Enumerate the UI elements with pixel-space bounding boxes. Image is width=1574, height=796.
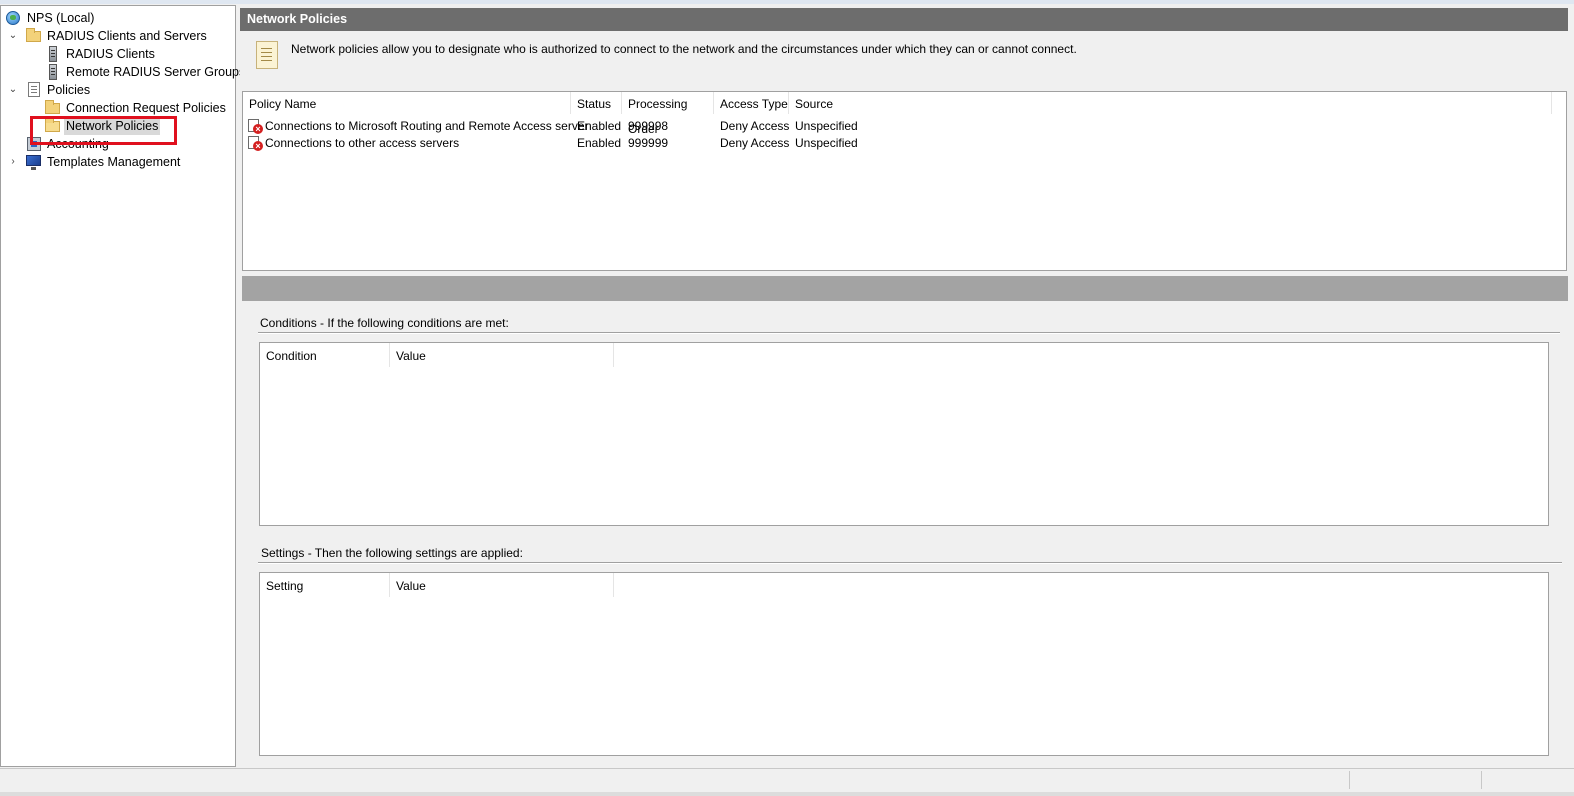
tree-item-label: Remote RADIUS Server Groups: [66, 65, 246, 79]
column-header-processing-order[interactable]: Processing Order: [622, 92, 714, 136]
tree-item-label: RADIUS Clients and Servers: [47, 29, 207, 43]
tree-item-label: Connection Request Policies: [66, 101, 226, 115]
tree-item-label: NPS (Local): [27, 11, 95, 25]
pane-title: Network Policies: [240, 8, 1568, 31]
deny-policy-icon: ×: [248, 119, 263, 134]
highlight-box: [30, 116, 177, 145]
window-bottom-edge: [0, 792, 1574, 796]
policy-order: 999999: [628, 136, 669, 150]
console-tree[interactable]: NPS (Local) ⌄ RADIUS Clients and Servers…: [0, 5, 245, 767]
chevron-down-icon[interactable]: ⌄: [8, 27, 18, 45]
tree-item-label: Policies: [47, 83, 91, 97]
policy-name: Connections to Microsoft Routing and Rem…: [265, 119, 589, 133]
column-header-setting[interactable]: Setting: [260, 573, 390, 597]
column-header-status[interactable]: Status: [571, 92, 622, 114]
folder-icon: [45, 100, 61, 116]
status-bar-separator: [1349, 771, 1350, 789]
details-pane: Network Policies Network policies allow …: [240, 5, 1568, 767]
policy-status: Enabled: [577, 136, 622, 150]
policy-access-type: Deny Access: [720, 136, 790, 150]
column-header-value[interactable]: Value: [390, 343, 614, 367]
server-group-icon: [45, 64, 61, 80]
column-header-policy-name[interactable]: Policy Name: [243, 92, 571, 114]
settings-list[interactable]: Setting Value: [259, 572, 1549, 756]
tree-item-label: Templates Management: [47, 155, 181, 169]
table-row[interactable]: × Connections to other access servers En…: [243, 135, 1566, 152]
window-top-edge: [0, 0, 1574, 4]
policy-name: Connections to other access servers: [265, 136, 460, 150]
server-icon: [45, 46, 61, 62]
splitter-bar[interactable]: [242, 276, 1568, 301]
conditions-list[interactable]: Condition Value: [259, 342, 1549, 526]
chevron-down-icon[interactable]: ⌄: [8, 81, 18, 99]
policy-list[interactable]: Policy Name Status Processing Order Acce…: [242, 91, 1567, 271]
tree-item-label: RADIUS Clients: [66, 47, 155, 61]
document-note-icon: [256, 41, 278, 69]
monitor-icon: [26, 154, 42, 170]
settings-label: Settings - Then the following settings a…: [261, 546, 523, 560]
column-header-source[interactable]: Source: [789, 92, 1552, 114]
policy-access-type: Deny Access: [720, 119, 790, 133]
status-bar-separator: [1481, 771, 1482, 789]
policy-source: Unspecified: [795, 136, 858, 150]
policy-order: 999998: [628, 119, 669, 133]
column-header-condition[interactable]: Condition: [260, 343, 390, 367]
settings-divider: [258, 562, 1562, 564]
conditions-divider: [258, 332, 1560, 334]
policy-source: Unspecified: [795, 119, 858, 133]
info-text: Network policies allow you to designate …: [291, 42, 1077, 56]
folder-icon: [26, 28, 42, 44]
policy-status: Enabled: [577, 119, 622, 133]
table-row[interactable]: × Connections to Microsoft Routing and R…: [243, 118, 1566, 135]
status-bar: [0, 768, 1574, 792]
deny-policy-icon: ×: [248, 136, 263, 151]
conditions-label: Conditions - If the following conditions…: [260, 316, 509, 330]
globe-icon: [6, 10, 22, 26]
chevron-right-icon[interactable]: ›: [8, 153, 18, 171]
info-banner: Network policies allow you to designate …: [240, 31, 1568, 91]
document-icon: [26, 82, 42, 98]
column-header-access-type[interactable]: Access Type: [714, 92, 789, 114]
column-header-value[interactable]: Value: [390, 573, 614, 597]
